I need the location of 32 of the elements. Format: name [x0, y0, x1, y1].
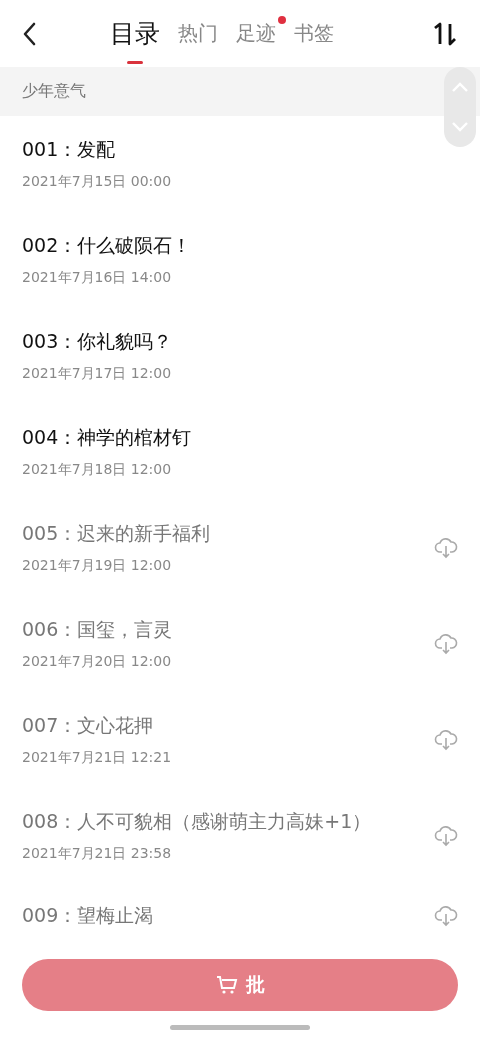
- sort-icon[interactable]: [432, 21, 458, 46]
- tab[interactable]: 热门: [178, 16, 218, 51]
- chapter-title[interactable]: 008：人不可貌相（感谢萌主力高妹+1）: [22, 809, 434, 835]
- chapter-date: 2021年7月18日 12:00: [22, 461, 173, 479]
- chapter-date: 2021年7月19日 12:00: [22, 557, 173, 575]
- chapter-date: 2021年7月15日 00:00: [22, 173, 173, 191]
- tab[interactable]: 书签: [294, 16, 334, 51]
- chapter-title[interactable]: 002：什么破陨石！: [22, 233, 458, 259]
- chapter-title[interactable]: 005：迟来的新手福利: [22, 521, 434, 547]
- cloud-download-icon[interactable]: [434, 905, 458, 927]
- chapter-title[interactable]: 001：发配: [22, 137, 458, 163]
- chapter-date: 2021年7月21日 12:21: [22, 749, 173, 767]
- chapter-title[interactable]: 007：文心花押: [22, 713, 434, 739]
- chapter-title[interactable]: 009：望梅止渴: [22, 903, 434, 929]
- chapter-title[interactable]: 006：国玺，言灵: [22, 617, 434, 643]
- cloud-download-icon[interactable]: [434, 633, 458, 655]
- tab-indicator: [127, 61, 143, 64]
- chapter-date: 2021年7月20日 12:00: [22, 653, 173, 671]
- batch-download-button[interactable]: 批: [22, 959, 458, 1011]
- chapter-title[interactable]: 003：你礼貌吗？: [22, 329, 458, 355]
- chapter-title[interactable]: 004：神学的棺材钉: [22, 425, 458, 451]
- back-icon[interactable]: [22, 21, 36, 46]
- cloud-download-icon[interactable]: [434, 537, 458, 559]
- chapter-date: 2021年7月21日 23:58: [22, 845, 173, 863]
- chapter-date: 2021年7月17日 12:00: [22, 365, 173, 383]
- section-title: 少年意气: [22, 81, 86, 102]
- cart-icon: [215, 975, 238, 995]
- cloud-download-icon[interactable]: [434, 825, 458, 847]
- tab[interactable]: 目录: [110, 13, 160, 54]
- cloud-download-icon[interactable]: [434, 729, 458, 751]
- chapter-date: 2021年7月16日 14:00: [22, 269, 173, 287]
- tab[interactable]: 足迹: [236, 16, 276, 51]
